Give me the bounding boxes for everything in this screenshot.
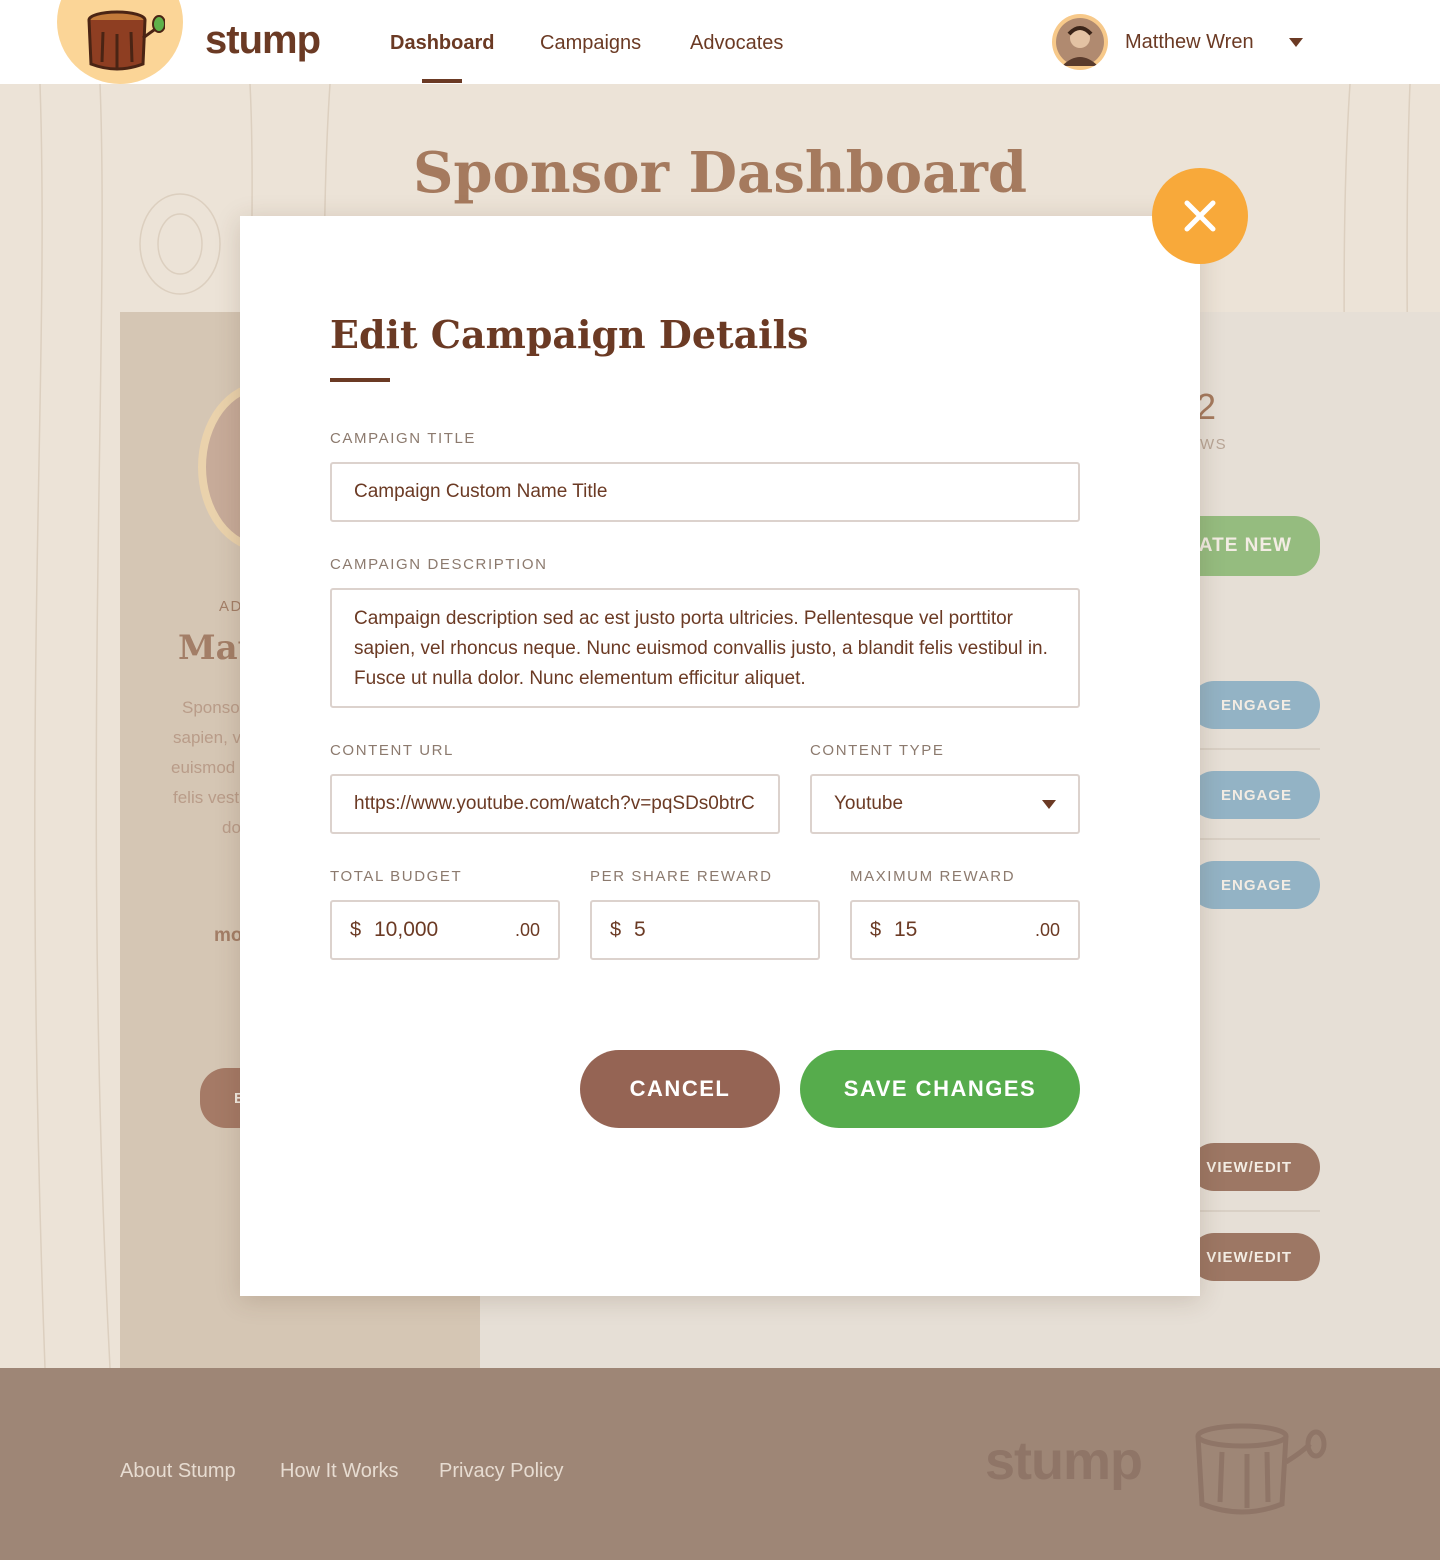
top-navigation-bar: stump Dashboard Campaigns Advocates Matt… (0, 0, 1440, 84)
stump-logo-icon (87, 10, 165, 71)
total-budget-input[interactable]: $ 10,000 .00 (330, 900, 560, 960)
profile-link[interactable]: mo (214, 925, 243, 947)
row-divider (1190, 1210, 1320, 1212)
maximum-reward-input[interactable]: $ 15 .00 (850, 900, 1080, 960)
view-edit-label: VIEW/EDIT (1206, 1248, 1292, 1266)
content-type-select[interactable]: Youtube (810, 774, 1080, 834)
engage-label: ENGAGE (1220, 876, 1292, 894)
chevron-down-icon[interactable] (1289, 38, 1303, 47)
row-divider (1190, 838, 1320, 840)
total-budget-cents: .00 (514, 920, 540, 940)
view-edit-button[interactable]: VIEW/EDIT (1190, 1143, 1320, 1191)
footer-stump-icon (1195, 1423, 1327, 1515)
close-icon (1184, 200, 1216, 232)
currency-symbol: $ (350, 919, 362, 941)
content-url-input[interactable]: https://www.youtube.com/watch?v=pqSDs0bt… (330, 774, 780, 834)
user-avatar-image (1056, 18, 1104, 66)
engage-button[interactable]: ENGAGE (1190, 771, 1320, 819)
nav-dashboard[interactable]: Dashboard (390, 32, 494, 55)
engage-label: ENGAGE (1220, 696, 1292, 714)
per-share-reward-label: PER SHARE REWARD (590, 868, 773, 885)
campaign-title-label: CAMPAIGN TITLE (330, 430, 477, 447)
campaign-description-label: CAMPAIGN DESCRIPTION (330, 556, 548, 573)
per-share-reward-value: 5 (634, 918, 646, 941)
profile-bio-line: Sponso (182, 698, 240, 717)
stat-label: WS (1200, 436, 1228, 453)
content-url-value: https://www.youtube.com/watch?v=pqSDs0bt… (354, 793, 755, 814)
profile-bio-line: do (222, 818, 241, 837)
maximum-reward-value: 15 (894, 918, 918, 941)
nav-advocates[interactable]: Advocates (690, 32, 783, 55)
campaign-title-value: Campaign Custom Name Title (354, 481, 608, 502)
nav-active-indicator (422, 79, 462, 83)
currency-symbol: $ (610, 919, 622, 941)
profile-bio-line: euismod (171, 758, 236, 777)
engage-button[interactable]: ENGAGE (1190, 681, 1320, 729)
logo-badge[interactable] (57, 0, 183, 84)
engage-button[interactable]: ENGAGE (1190, 861, 1320, 909)
footer-brand: stump (985, 1431, 1143, 1491)
total-budget-value: 10,000 (374, 918, 439, 941)
campaign-description-textarea[interactable]: Campaign description sed ac est justo po… (330, 588, 1080, 708)
footer-link-privacy[interactable]: Privacy Policy (439, 1460, 563, 1483)
brand-wordmark[interactable]: stump (205, 18, 321, 63)
modal-title: Edit Campaign Details (330, 312, 809, 357)
cancel-button[interactable]: CANCEL (580, 1050, 780, 1128)
row-divider (1190, 748, 1320, 750)
content-type-value: Youtube (834, 793, 904, 814)
campaign-title-input[interactable]: Campaign Custom Name Title (330, 462, 1080, 522)
nav-campaigns[interactable]: Campaigns (540, 32, 641, 55)
profile-bio-line: sapien, v (173, 728, 242, 747)
user-avatar[interactable] (1052, 14, 1108, 70)
per-share-reward-input[interactable]: $ 5 (590, 900, 820, 960)
content-url-label: CONTENT URL (330, 742, 454, 759)
user-name[interactable]: Matthew Wren (1125, 31, 1254, 54)
campaign-description-value: Campaign description sed ac est justo po… (354, 608, 1048, 689)
content-type-label: CONTENT TYPE (810, 742, 945, 759)
profile-bio-line: felis vest (173, 788, 240, 807)
view-edit-label: VIEW/EDIT (1206, 1158, 1292, 1176)
chevron-down-icon (1042, 800, 1056, 809)
title-underline (330, 378, 390, 382)
create-new-label: ATE NEW (1198, 535, 1292, 556)
close-modal-button[interactable] (1152, 168, 1248, 264)
edit-campaign-modal: Edit Campaign Details CAMPAIGN TITLE Cam… (240, 216, 1200, 1296)
currency-symbol: $ (870, 919, 882, 941)
total-budget-label: TOTAL BUDGET (330, 868, 463, 885)
engage-label: ENGAGE (1220, 786, 1292, 804)
save-changes-button[interactable]: SAVE CHANGES (800, 1050, 1080, 1128)
maximum-reward-cents: .00 (1034, 920, 1060, 940)
footer-link-about[interactable]: About Stump (120, 1460, 236, 1483)
maximum-reward-label: MAXIMUM REWARD (850, 868, 1016, 885)
footer-link-how-it-works[interactable]: How It Works (280, 1460, 399, 1483)
view-edit-button[interactable]: VIEW/EDIT (1190, 1233, 1320, 1281)
